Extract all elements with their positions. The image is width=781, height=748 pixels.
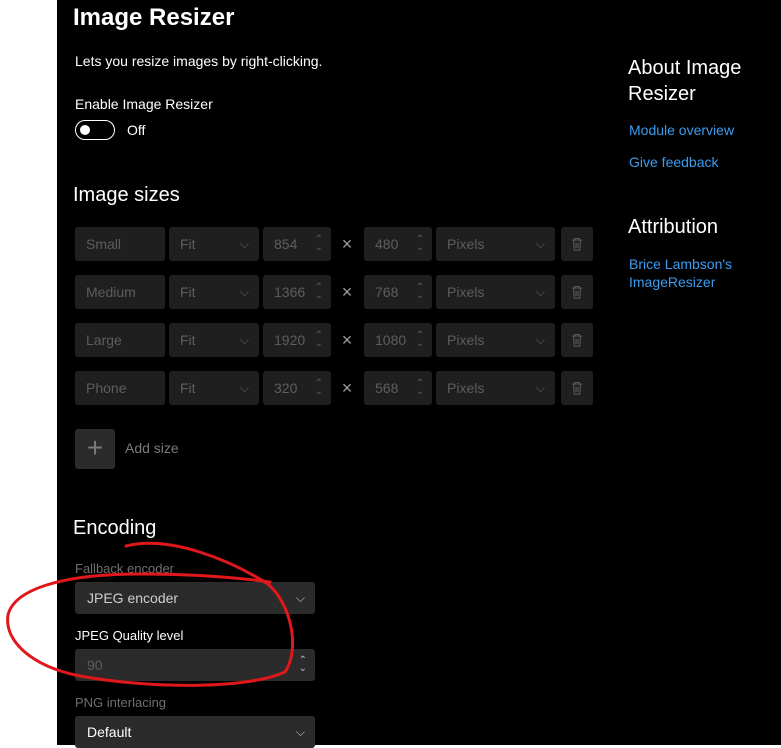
jpeg-quality-label: JPEG Quality level <box>75 628 184 643</box>
fit-select[interactable]: Fit ⌵ <box>169 371 259 405</box>
width-input[interactable]: 320 ⌃ ⌄ <box>263 371 331 405</box>
width-value: 1366 <box>274 284 306 300</box>
fallback-encoder-value: JPEG encoder <box>87 590 179 606</box>
fallback-encoder-label: Fallback encoder <box>75 561 174 576</box>
chevron-down-icon: ⌵ <box>535 381 545 395</box>
page-description: Lets you resize images by right-clicking… <box>75 53 323 69</box>
height-input[interactable]: 768 ⌃ ⌄ <box>364 275 432 309</box>
enable-toggle[interactable] <box>75 120 115 140</box>
fallback-encoder-select[interactable]: JPEG encoder ⌵ <box>75 582 315 614</box>
page-title: Image Resizer <box>73 4 235 31</box>
image-sizes-heading: Image sizes <box>73 184 180 206</box>
height-value: 568 <box>375 380 399 396</box>
chevron-down-icon: ⌵ <box>295 725 305 739</box>
png-interlacing-value: Default <box>87 724 132 740</box>
times-icon: × <box>341 330 353 350</box>
attribution-heading: Attribution <box>628 216 719 238</box>
width-value: 320 <box>274 380 298 396</box>
unit-select[interactable]: Pixels ⌵ <box>436 371 555 405</box>
delete-size-button[interactable] <box>561 227 593 261</box>
width-input[interactable]: 1920 ⌃ ⌄ <box>263 323 331 357</box>
settings-page: Image Resizer Lets you resize images by … <box>57 0 781 748</box>
trash-icon <box>572 238 582 251</box>
spinner-icon: ⌃ ⌄ <box>314 282 323 301</box>
width-input[interactable]: 854 ⌃ ⌄ <box>263 227 331 261</box>
fit-value: Fit <box>180 332 196 348</box>
fit-select[interactable]: Fit ⌵ <box>169 275 259 309</box>
unit-value: Pixels <box>447 380 485 396</box>
size-name-input[interactable]: Medium <box>75 275 165 309</box>
unit-value: Pixels <box>447 284 485 300</box>
height-value: 768 <box>375 284 399 300</box>
width-value: 854 <box>274 236 298 252</box>
unit-value: Pixels <box>447 236 485 252</box>
spinner-icon: ⌃ ⌄ <box>314 234 323 253</box>
chevron-down-icon: ⌵ <box>239 285 249 299</box>
fit-select[interactable]: Fit ⌵ <box>169 227 259 261</box>
unit-select[interactable]: Pixels ⌵ <box>436 227 555 261</box>
spinner-icon: ⌃ ⌄ <box>314 378 323 397</box>
trash-icon <box>572 286 582 299</box>
enable-label: Enable Image Resizer <box>75 96 213 112</box>
chevron-down-icon: ⌵ <box>535 285 545 299</box>
give-feedback-link[interactable]: Give feedback <box>629 153 719 171</box>
unit-select[interactable]: Pixels ⌵ <box>436 323 555 357</box>
png-interlacing-select[interactable]: Default ⌵ <box>75 716 315 748</box>
attribution-link[interactable]: Brice Lambson's ImageResizer <box>629 255 749 291</box>
times-icon: × <box>341 282 353 302</box>
width-input[interactable]: 1366 ⌃ ⌄ <box>263 275 331 309</box>
spinner-icon: ⌃ ⌄ <box>415 282 424 301</box>
height-value: 480 <box>375 236 399 252</box>
jpeg-quality-input[interactable]: 90 ⌃ ⌄ <box>75 649 315 681</box>
height-input[interactable]: 1080 ⌃ ⌄ <box>364 323 432 357</box>
chevron-down-icon: ⌵ <box>535 333 545 347</box>
spinner-icon: ⌃ ⌄ <box>314 330 323 349</box>
chevron-down-icon: ⌵ <box>535 237 545 251</box>
unit-value: Pixels <box>447 332 485 348</box>
fit-value: Fit <box>180 236 196 252</box>
fit-select[interactable]: Fit ⌵ <box>169 323 259 357</box>
delete-size-button[interactable] <box>561 275 593 309</box>
trash-icon <box>572 334 582 347</box>
times-icon: × <box>341 234 353 254</box>
times-icon: × <box>341 378 353 398</box>
height-input[interactable]: 480 ⌃ ⌄ <box>364 227 432 261</box>
encoding-heading: Encoding <box>73 517 157 539</box>
spinner-icon: ⌃ ⌄ <box>415 234 424 253</box>
height-value: 1080 <box>375 332 407 348</box>
png-interlacing-label: PNG interlacing <box>75 695 167 710</box>
chevron-down-icon: ⌵ <box>239 381 249 395</box>
plus-icon: + <box>86 432 104 463</box>
trash-icon <box>572 382 582 395</box>
about-heading: About Image Resizer <box>628 57 742 105</box>
toggle-state: Off <box>127 122 146 138</box>
size-name-input[interactable]: Large <box>75 323 165 357</box>
height-input[interactable]: 568 ⌃ ⌄ <box>364 371 432 405</box>
delete-size-button[interactable] <box>561 323 593 357</box>
size-name-input[interactable]: Phone <box>75 371 165 405</box>
toggle-knob <box>80 125 90 135</box>
chevron-down-icon: ⌵ <box>295 591 305 605</box>
jpeg-quality-value: 90 <box>87 657 103 673</box>
chevron-down-icon: ⌵ <box>239 333 249 347</box>
spinner-icon: ⌃ ⌄ <box>415 330 424 349</box>
module-overview-link[interactable]: Module overview <box>629 121 734 139</box>
fit-value: Fit <box>180 284 196 300</box>
fit-value: Fit <box>180 380 196 396</box>
unit-select[interactable]: Pixels ⌵ <box>436 275 555 309</box>
add-size-button[interactable]: + <box>75 429 115 469</box>
spinner-icon: ⌃ ⌄ <box>415 378 424 397</box>
delete-size-button[interactable] <box>561 371 593 405</box>
size-name-input[interactable]: Small <box>75 227 165 261</box>
add-size-label[interactable]: Add size <box>125 440 179 456</box>
spinner-icon: ⌃ ⌄ <box>298 655 307 674</box>
chevron-down-icon: ⌵ <box>239 237 249 251</box>
width-value: 1920 <box>274 332 306 348</box>
